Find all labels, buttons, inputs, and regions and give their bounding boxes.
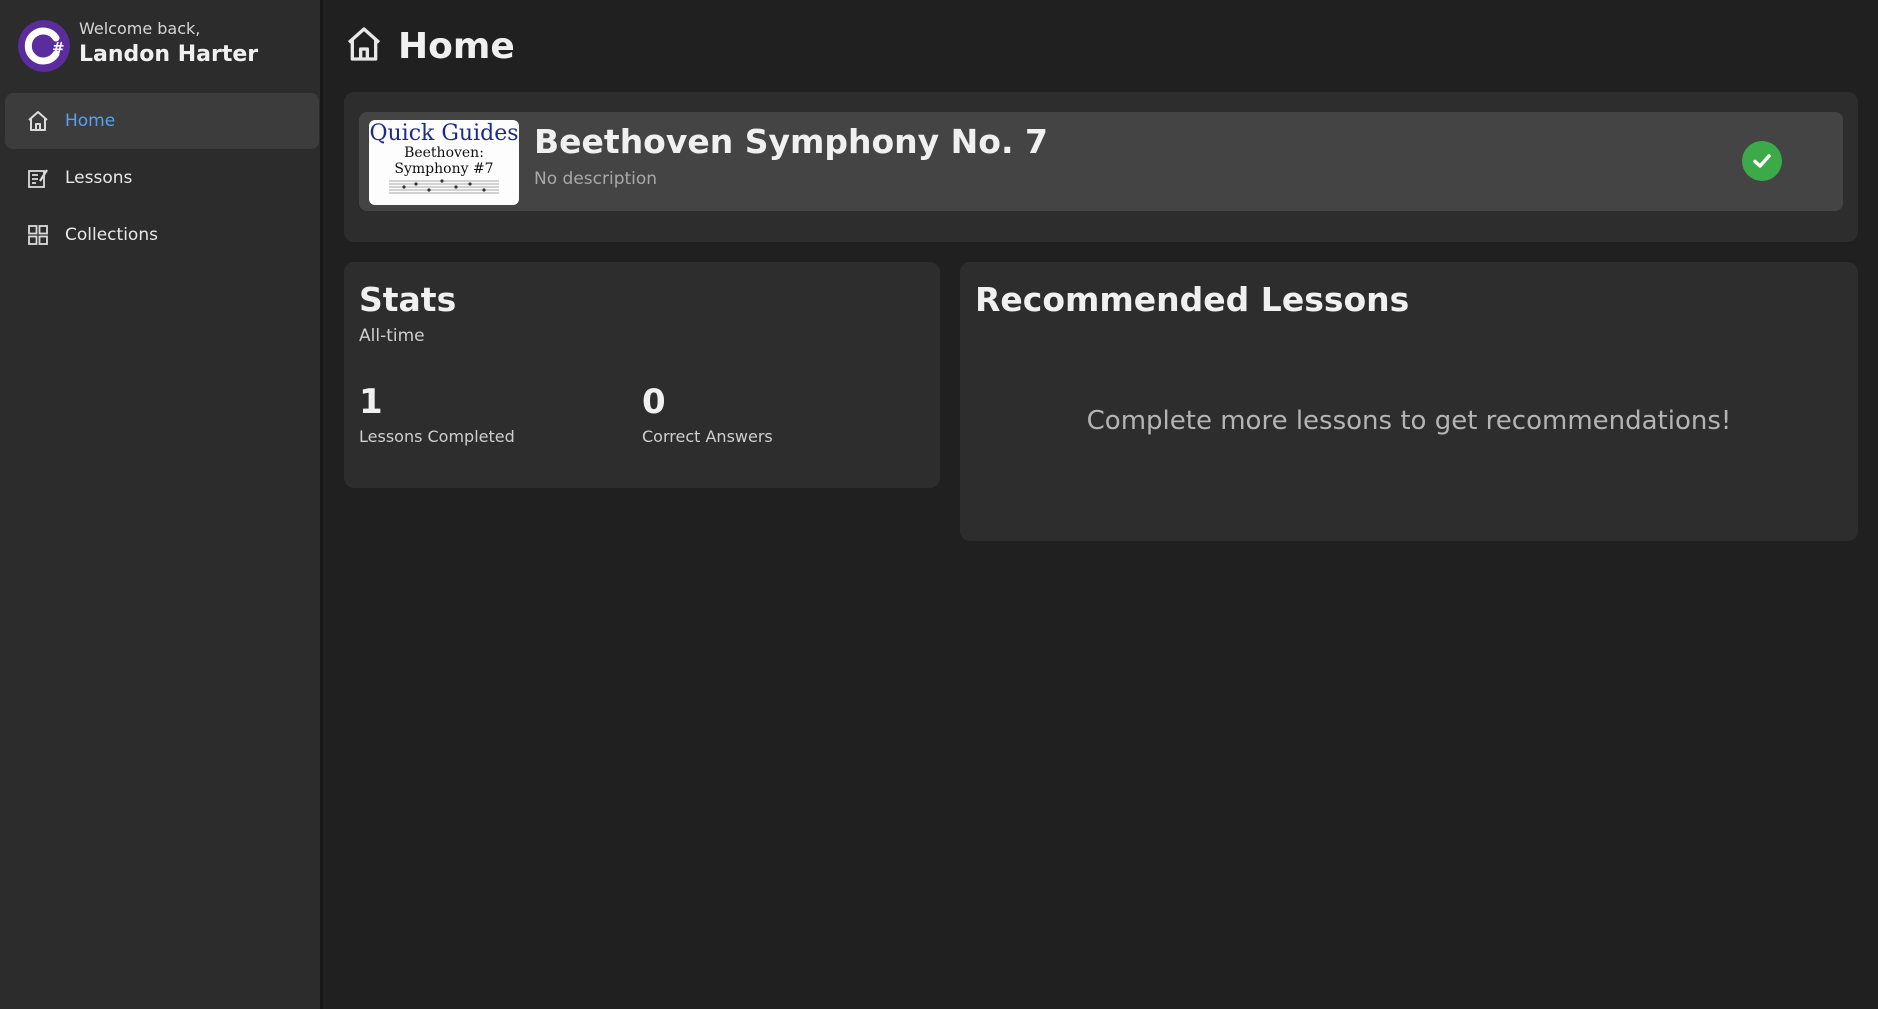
svg-text:#: # xyxy=(52,39,65,57)
featured-lesson-card[interactable]: Quick Guides Beethoven: Symphony #7 Beet… xyxy=(359,112,1843,211)
home-icon xyxy=(25,108,51,134)
stat-value: 0 xyxy=(642,382,666,422)
lesson-thumbnail: Quick Guides Beethoven: Symphony #7 xyxy=(369,120,519,205)
featured-section: Quick Guides Beethoven: Symphony #7 Beet… xyxy=(344,92,1858,242)
stat-correct-answers: 0 Correct Answers xyxy=(642,382,773,446)
sidebar-nav: Home Lessons Collections xyxy=(5,93,319,264)
profile: # Welcome back, Landon Harter xyxy=(18,19,258,73)
thumbnail-title: Quick Guides xyxy=(369,121,519,146)
sidebar-item-label: Lessons xyxy=(65,168,133,188)
completed-check-icon xyxy=(1742,141,1782,181)
sidebar-item-label: Collections xyxy=(65,225,158,245)
lesson-description: No description xyxy=(534,169,658,189)
stats-subtitle: All-time xyxy=(359,326,425,346)
grid-icon xyxy=(25,222,51,248)
recommended-title: Recommended Lessons xyxy=(975,280,1410,319)
page-header: Home xyxy=(344,24,515,68)
stats-title: Stats xyxy=(359,280,457,319)
recommended-lessons-card: Recommended Lessons Complete more lesson… xyxy=(960,262,1858,541)
stat-value: 1 xyxy=(359,382,383,422)
welcome-text: Welcome back, xyxy=(79,19,201,38)
sidebar-item-home[interactable]: Home xyxy=(5,93,319,149)
stat-label: Lessons Completed xyxy=(359,427,515,446)
stats-card: Stats All-time 1 Lessons Completed 0 Cor… xyxy=(344,262,940,488)
page-title: Home xyxy=(398,25,515,67)
sidebar: # Welcome back, Landon Harter Home Lesso… xyxy=(0,0,323,1009)
thumbnail-subtitle: Beethoven: xyxy=(404,145,484,161)
thumbnail-subtitle-2: Symphony #7 xyxy=(394,161,494,177)
lessons-icon xyxy=(25,165,51,191)
sidebar-item-lessons[interactable]: Lessons xyxy=(5,150,319,206)
sheet-music-icon xyxy=(389,179,499,194)
username: Landon Harter xyxy=(79,42,259,67)
lesson-title: Beethoven Symphony No. 7 xyxy=(534,122,1048,161)
stat-label: Correct Answers xyxy=(642,427,773,446)
sidebar-item-label: Home xyxy=(65,111,116,131)
app-logo-icon: # xyxy=(18,20,70,72)
empty-state-message: Complete more lessons to get recommendat… xyxy=(1086,406,1732,436)
sidebar-item-collections[interactable]: Collections xyxy=(5,207,319,263)
home-icon xyxy=(344,24,384,68)
stat-lessons-completed: 1 Lessons Completed xyxy=(359,382,515,446)
